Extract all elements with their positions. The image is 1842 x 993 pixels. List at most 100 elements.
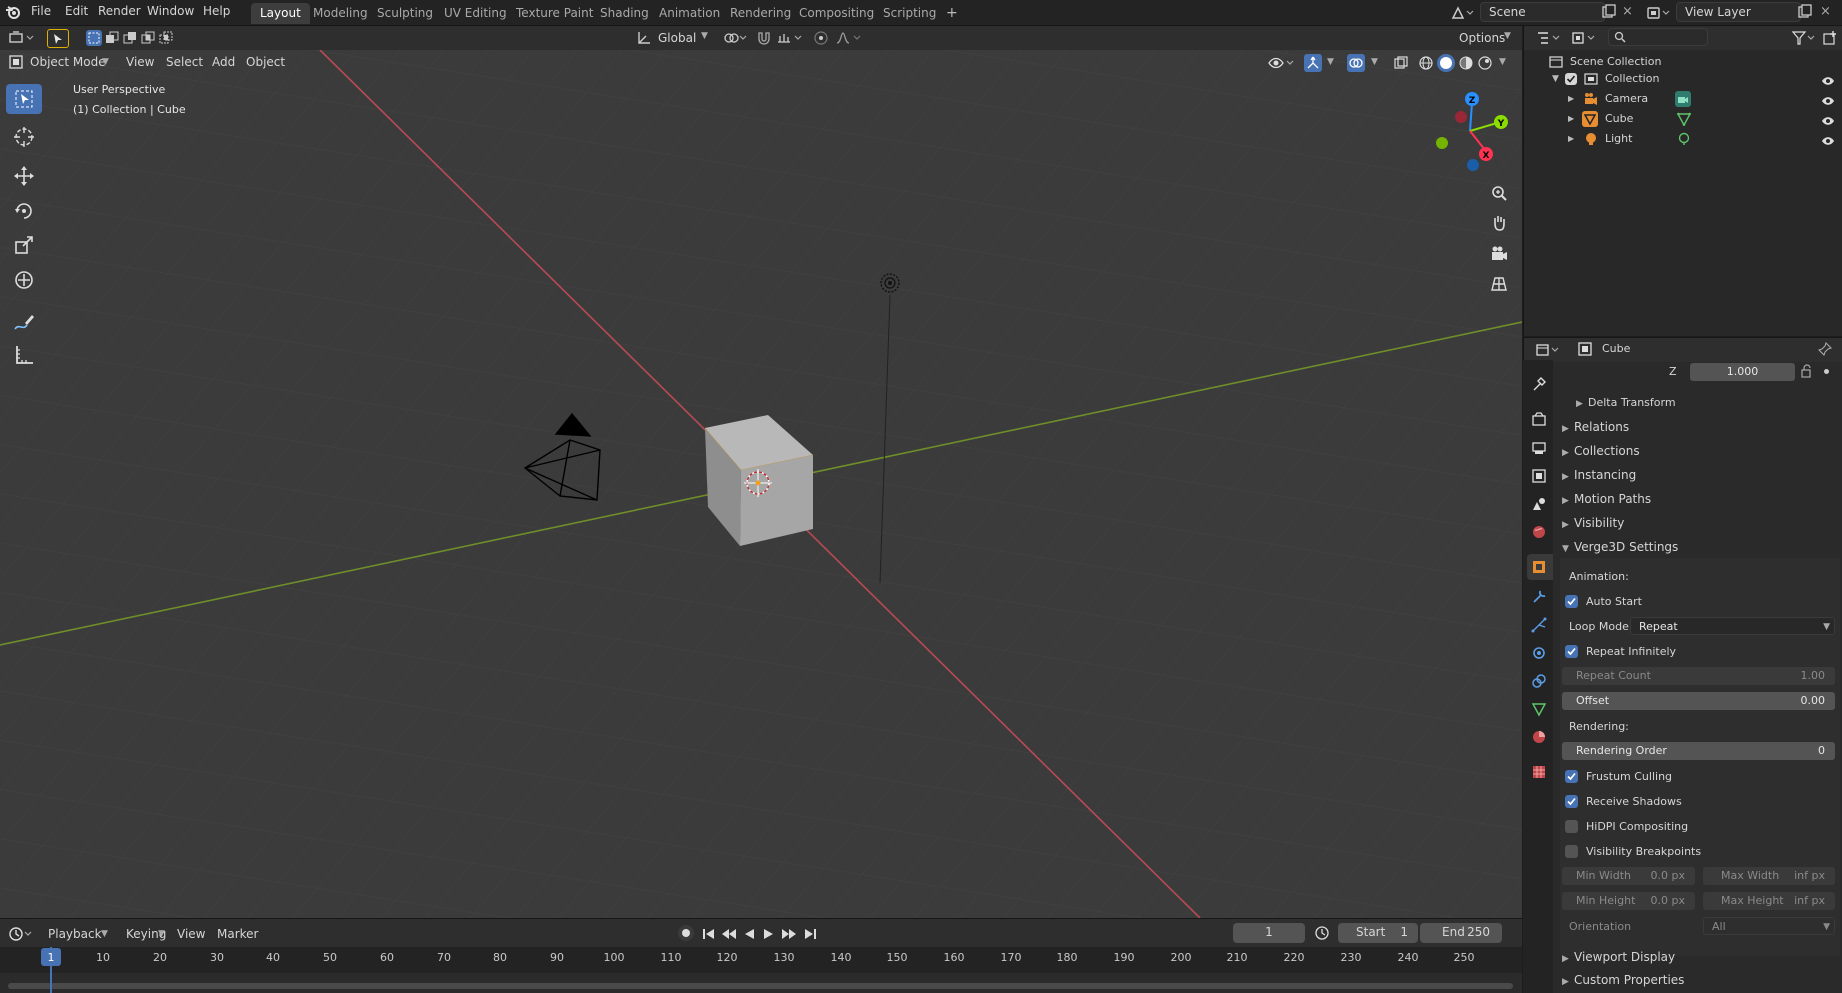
chevron-down-icon[interactable]: ▼ <box>1499 57 1506 67</box>
select-box-tool[interactable] <box>6 84 42 114</box>
cursor-tool[interactable] <box>6 122 42 152</box>
navigation-gizmo[interactable]: Z Y X <box>1425 86 1515 176</box>
data-tab-icon[interactable] <box>1531 701 1547 717</box>
menu-add[interactable]: Add <box>206 53 241 71</box>
timeline-scrollbar[interactable] <box>8 983 1513 989</box>
new-scene-icon[interactable] <box>1601 4 1617 20</box>
play-icon[interactable] <box>761 926 777 942</box>
marker-menu[interactable]: Marker <box>211 925 264 943</box>
texture-tab-icon[interactable] <box>1531 764 1547 780</box>
loop-mode-dropdown[interactable]: Repeat ▼ <box>1630 617 1835 635</box>
rendering-order-field[interactable]: Rendering Order 0 <box>1562 742 1835 760</box>
display-mode-icon[interactable] <box>1571 30 1599 46</box>
rendered-shading-icon[interactable] <box>1477 55 1493 71</box>
wireframe-shading-icon[interactable] <box>1418 55 1434 71</box>
auto-start-checkbox[interactable] <box>1565 595 1578 608</box>
motion-paths-panel[interactable]: ▶ Motion Paths <box>1562 492 1651 506</box>
scale-tool[interactable] <box>6 230 42 260</box>
collection-checkbox[interactable] <box>1565 73 1577 85</box>
constraints-tab-icon[interactable] <box>1531 673 1547 689</box>
menu-file[interactable]: File <box>31 4 51 18</box>
material-shading-icon[interactable] <box>1458 55 1474 71</box>
visibility-selectability-icon[interactable] <box>1268 55 1298 71</box>
snap-target-icon[interactable] <box>776 30 806 46</box>
outliner-item-camera[interactable]: ▶ Camera <box>1524 89 1842 109</box>
chevron-down-icon[interactable]: ▼ <box>1371 57 1378 67</box>
custom-properties-panel[interactable]: ▶ Custom Properties <box>1562 973 1684 987</box>
proportional-editing-icon[interactable] <box>813 30 829 46</box>
start-frame-field[interactable]: Start 1 <box>1338 923 1418 943</box>
repeat-count-field[interactable]: Repeat Count 1.00 <box>1562 667 1835 685</box>
selection-mode-intersect-icon[interactable] <box>158 30 174 46</box>
max-width-field[interactable]: Max Width inf px <box>1703 867 1835 885</box>
playback-menu[interactable]: Playback <box>42 925 108 943</box>
transform-tool[interactable] <box>6 265 42 295</box>
timeline-view-menu[interactable]: View <box>171 925 211 943</box>
record-icon[interactable] <box>678 925 694 941</box>
menu-edit[interactable]: Edit <box>65 4 88 18</box>
menu-select[interactable]: Select <box>160 53 209 71</box>
world-tab-icon[interactable] <box>1531 524 1547 540</box>
expand-chevron-icon[interactable]: ▶ <box>1568 89 1574 109</box>
instancing-panel[interactable]: ▶ Instancing <box>1562 468 1636 482</box>
camera-view-icon[interactable] <box>1486 241 1512 267</box>
eye-icon[interactable] <box>1821 133 1835 145</box>
min-height-field[interactable]: Min Height 0.0 px <box>1562 892 1695 910</box>
tab-texture-paint[interactable]: Texture Paint <box>507 3 602 24</box>
viewport-display-panel[interactable]: ▶ Viewport Display <box>1562 950 1675 964</box>
selection-mode-invert-icon[interactable] <box>140 30 156 46</box>
menu-view[interactable]: View <box>120 53 160 71</box>
frustum-culling-checkbox[interactable] <box>1565 770 1578 783</box>
physics-tab-icon[interactable] <box>1531 645 1547 661</box>
keyframe-dot-icon[interactable] <box>1824 369 1829 374</box>
preview-range-clock-icon[interactable] <box>1314 925 1330 941</box>
repeat-infinitely-checkbox[interactable] <box>1565 645 1578 658</box>
tab-rendering[interactable]: Rendering <box>721 3 800 24</box>
move-tool[interactable] <box>6 161 42 191</box>
pin-icon[interactable] <box>1817 341 1833 357</box>
scene-name-field[interactable]: Scene <box>1480 2 1605 22</box>
lock-icon[interactable] <box>1800 364 1814 378</box>
eye-icon[interactable] <box>1821 73 1835 85</box>
proportional-falloff-icon[interactable] <box>835 30 865 46</box>
options-dropdown[interactable]: Options <box>1453 29 1511 47</box>
tab-scripting[interactable]: Scripting <box>874 3 945 24</box>
offset-field[interactable]: Offset 0.00 <box>1562 692 1835 710</box>
current-frame-field[interactable]: 1 <box>1233 923 1305 943</box>
select-tool-header-icon[interactable] <box>47 29 69 48</box>
relations-panel[interactable]: ▶ Relations <box>1562 420 1629 434</box>
visibility-panel[interactable]: ▶ Visibility <box>1562 516 1624 530</box>
xray-toggle-icon[interactable] <box>1393 55 1409 71</box>
blender-logo-icon[interactable] <box>5 4 21 20</box>
scene-tab-icon[interactable] <box>1531 496 1547 512</box>
delete-scene-icon[interactable]: × <box>1622 4 1636 20</box>
zoom-icon[interactable] <box>1486 180 1512 206</box>
next-keyframe-icon[interactable] <box>780 926 798 942</box>
max-height-field[interactable]: Max Height inf px <box>1703 892 1835 910</box>
selection-mode-new-icon[interactable] <box>86 30 102 46</box>
expand-chevron-icon[interactable]: ▶ <box>1568 129 1574 149</box>
object-tab-icon[interactable] <box>1531 559 1547 575</box>
selection-mode-subtract-icon[interactable] <box>122 30 138 46</box>
render-tab-icon[interactable] <box>1531 411 1547 427</box>
outliner-editor-type-icon[interactable] <box>1536 30 1564 46</box>
visibility-breakpoints-checkbox[interactable] <box>1565 845 1578 858</box>
jump-end-icon[interactable] <box>802 926 818 942</box>
pivot-point-icon[interactable] <box>723 30 749 46</box>
outliner-item-cube[interactable]: ▶ Cube <box>1524 109 1842 129</box>
properties-editor-type-icon[interactable] <box>1535 342 1563 358</box>
eye-icon[interactable] <box>1821 93 1835 105</box>
prev-keyframe-icon[interactable] <box>720 926 738 942</box>
gizmo-toggle-icon[interactable] <box>1304 54 1322 72</box>
min-width-field[interactable]: Min Width 0.0 px <box>1562 867 1695 885</box>
add-workspace-button[interactable]: + <box>937 3 967 24</box>
orientation-dropdown[interactable]: All ▼ <box>1703 917 1835 935</box>
new-collection-icon[interactable] <box>1822 30 1838 46</box>
menu-window[interactable]: Window <box>147 4 194 18</box>
outliner-item-light[interactable]: ▶ Light <box>1524 129 1842 149</box>
new-view-layer-icon[interactable] <box>1797 4 1813 20</box>
tab-modeling[interactable]: Modeling <box>304 3 377 24</box>
pan-hand-icon[interactable] <box>1486 210 1512 236</box>
timeline-editor-type-icon[interactable] <box>8 926 36 942</box>
rotate-tool[interactable] <box>6 196 42 226</box>
